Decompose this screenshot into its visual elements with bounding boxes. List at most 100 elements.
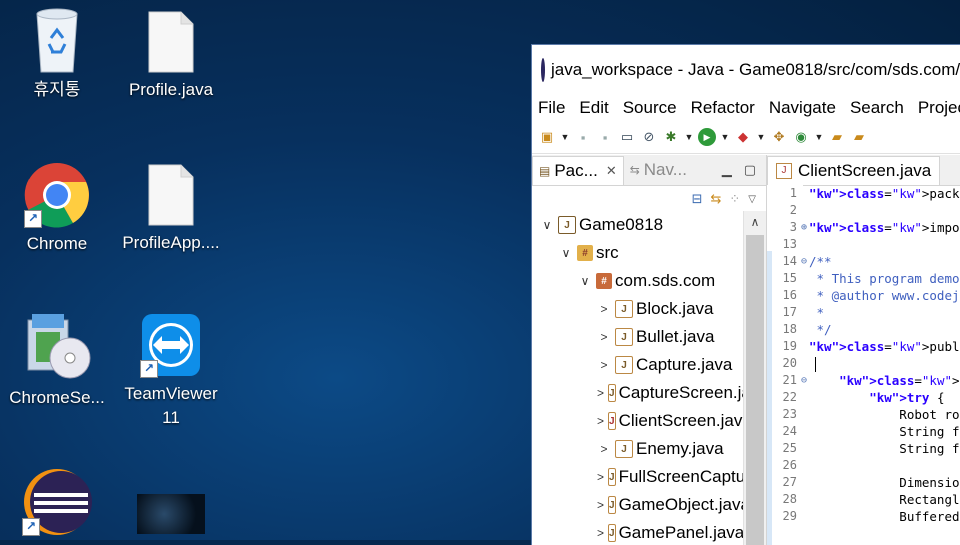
code-line[interactable]: Robot robot = "kw">new Robot(); xyxy=(809,406,960,423)
tree-item[interactable]: > J Capture.java xyxy=(532,351,744,379)
expand-fold-icon[interactable]: ⊕ xyxy=(801,219,807,236)
line-number: 21 ⊖ xyxy=(767,372,807,389)
code-line[interactable]: /** xyxy=(809,253,960,270)
chevron-down-icon[interactable]: ∨ xyxy=(559,246,573,260)
desktop-icon-recycle-bin[interactable]: 휴지통 xyxy=(2,8,112,102)
code-line[interactable]: String fileName = "Partial"; xyxy=(809,440,960,457)
chevron-right-icon[interactable]: > xyxy=(597,386,604,400)
close-icon[interactable]: ✕ xyxy=(606,163,617,179)
debug-icon[interactable]: ✱ xyxy=(662,128,680,146)
chevron-right-icon[interactable]: > xyxy=(597,526,604,540)
menu-search[interactable]: Search xyxy=(850,98,904,118)
menu-navigate[interactable]: Navigate xyxy=(769,98,836,118)
external-tools-dropdown-icon[interactable]: ▼ xyxy=(756,128,766,146)
recycle-bin-icon xyxy=(29,8,85,74)
chevron-right-icon[interactable]: > xyxy=(597,414,604,428)
save-all-icon[interactable]: ▪ xyxy=(596,128,614,146)
code-line[interactable]: * @author www.codejava.net xyxy=(809,287,960,304)
desktop-icon-image[interactable] xyxy=(116,494,226,538)
chevron-right-icon[interactable]: > xyxy=(597,498,604,512)
focus-icon[interactable]: ⁘ xyxy=(729,191,740,207)
view-menu-icon[interactable]: ▽ xyxy=(748,194,756,205)
chevron-right-icon[interactable]: > xyxy=(597,442,611,456)
desktop-icon-chromesetup[interactable]: ChromeSe... xyxy=(2,312,112,410)
minimize-view-icon[interactable]: ▁ xyxy=(722,162,732,178)
new-java-package-icon[interactable]: ✥ xyxy=(770,128,788,146)
code-line[interactable]: * xyxy=(809,304,960,321)
code-line[interactable]: "kw">class="kw">import java.awt.AWTExcep… xyxy=(809,219,960,236)
tree-item[interactable]: > J GameObject.java xyxy=(532,491,744,519)
tree-item[interactable]: ∨ # com.sds.com xyxy=(532,267,744,295)
menu-refactor[interactable]: Refactor xyxy=(691,98,755,118)
menu-source[interactable]: Source xyxy=(623,98,677,118)
run-icon[interactable]: ▶ xyxy=(698,128,716,146)
scroll-up-icon[interactable]: ∧ xyxy=(744,211,766,233)
chevron-right-icon[interactable]: > xyxy=(597,470,604,484)
tab-package-explorer[interactable]: ▤ Pac... ✕ xyxy=(532,155,624,185)
collapse-fold-icon[interactable]: ⊖ xyxy=(801,372,807,389)
tree-item[interactable]: > J ClientScreen.java xyxy=(532,407,744,435)
code-line[interactable]: "kw">class="kw">package com.sds.com; xyxy=(809,185,960,202)
code-line[interactable]: Dimension screenSize; xyxy=(809,474,960,491)
menu-file[interactable]: File xyxy=(538,98,565,118)
desktop-icon-chrome[interactable]: ↗ Chrome xyxy=(2,162,112,256)
code-line[interactable]: Rectangle captureRect; xyxy=(809,491,960,508)
chevron-right-icon[interactable]: > xyxy=(597,302,611,316)
desktop-icon-teamviewer[interactable]: ↗ TeamViewer 11 xyxy=(116,312,226,430)
desktop-icon-profileapp[interactable]: ProfileApp.... xyxy=(116,163,226,255)
code-line[interactable] xyxy=(809,236,960,253)
run-dropdown-icon[interactable]: ▼ xyxy=(720,128,730,146)
code-lines[interactable]: "kw">class="kw">package com.sds.com; "kw"… xyxy=(809,185,960,525)
code-line[interactable]: BufferedImage screenFullImage; xyxy=(809,508,960,525)
tree-item[interactable]: > J GamePanel.java xyxy=(532,519,744,545)
desktop-icon-eclipse[interactable]: ↗ xyxy=(2,466,112,540)
skip-breakpoints-icon[interactable]: ⊘ xyxy=(640,128,658,146)
code-line[interactable]: "kw">try { xyxy=(809,389,960,406)
eclipse-window[interactable]: java_workspace - Java - Game0818/src/com… xyxy=(531,44,960,545)
open-type-icon[interactable]: ▰ xyxy=(828,128,846,146)
debug-dropdown-icon[interactable]: ▼ xyxy=(684,128,694,146)
chevron-down-icon[interactable]: ∨ xyxy=(540,218,554,232)
code-line[interactable] xyxy=(809,457,960,474)
editor-tab-clientscreen[interactable]: J ClientScreen.java xyxy=(767,155,941,185)
save-icon[interactable]: ▪ xyxy=(574,128,592,146)
scroll-thumb[interactable] xyxy=(746,235,764,545)
link-with-editor-icon[interactable]: ⇆ xyxy=(710,191,721,207)
code-line[interactable]: */ xyxy=(809,321,960,338)
new-icon[interactable]: ▣ xyxy=(538,128,556,146)
tree-item[interactable]: > J Enemy.java xyxy=(532,435,744,463)
vertical-scrollbar[interactable]: ∧ xyxy=(743,211,766,545)
tree-item[interactable]: > J Bullet.java xyxy=(532,323,744,351)
window-titlebar[interactable]: java_workspace - Java - Game0818/src/com… xyxy=(532,45,960,95)
code-line[interactable]: String format = "jpg"; xyxy=(809,423,960,440)
chevron-right-icon[interactable]: > xyxy=(597,330,611,344)
code-line[interactable] xyxy=(809,202,960,219)
tree-item[interactable]: > J Block.java xyxy=(532,295,744,323)
collapse-all-icon[interactable]: ⊟ xyxy=(692,191,703,207)
tree-item[interactable]: > JCaptureScreen.java xyxy=(532,379,744,407)
code-text: "kw">class="kw">public "kw">class Partia… xyxy=(809,339,960,354)
code-line[interactable]: * This program demonstrates how to captu… xyxy=(809,270,960,287)
code-editor[interactable]: 1 2 3 ⊕ 13 14 ⊖ 15 16 17 18 19 20 21 ⊖ 22 23 24 25 26 27 28 29… xyxy=(767,185,960,545)
menu-project[interactable]: Project xyxy=(918,98,960,118)
tree-item[interactable]: ∨ # src xyxy=(532,239,744,267)
java-file-icon: J xyxy=(608,468,616,486)
code-line[interactable] xyxy=(809,355,960,372)
code-line[interactable]: "kw">class="kw">public "kw">static "kw">… xyxy=(809,372,960,389)
tab-navigator[interactable]: ⇆ Nav... xyxy=(624,156,693,184)
tree-item[interactable]: > JFullScreenCapture.java xyxy=(532,463,744,491)
desktop-icon-profile-java[interactable]: Profile.java xyxy=(116,10,226,102)
menu-edit[interactable]: Edit xyxy=(579,98,608,118)
new-dropdown-icon[interactable]: ▼ xyxy=(560,128,570,146)
new-class-dropdown-icon[interactable]: ▼ xyxy=(814,128,824,146)
new-java-class-icon[interactable]: ◉ xyxy=(792,128,810,146)
chevron-right-icon[interactable]: > xyxy=(597,358,611,372)
console-icon[interactable]: ▭ xyxy=(618,128,636,146)
external-tools-icon[interactable]: ◆ xyxy=(734,128,752,146)
chevron-down-icon[interactable]: ∨ xyxy=(578,274,592,288)
maximize-view-icon[interactable]: ▢ xyxy=(744,162,756,178)
code-line[interactable]: "kw">class="kw">public "kw">class Partia… xyxy=(809,338,960,355)
open-folder-icon[interactable]: ▰ xyxy=(850,128,868,146)
collapse-fold-icon[interactable]: ⊖ xyxy=(801,253,807,270)
tree-item[interactable]: ∨ J Game0818 xyxy=(532,211,744,239)
